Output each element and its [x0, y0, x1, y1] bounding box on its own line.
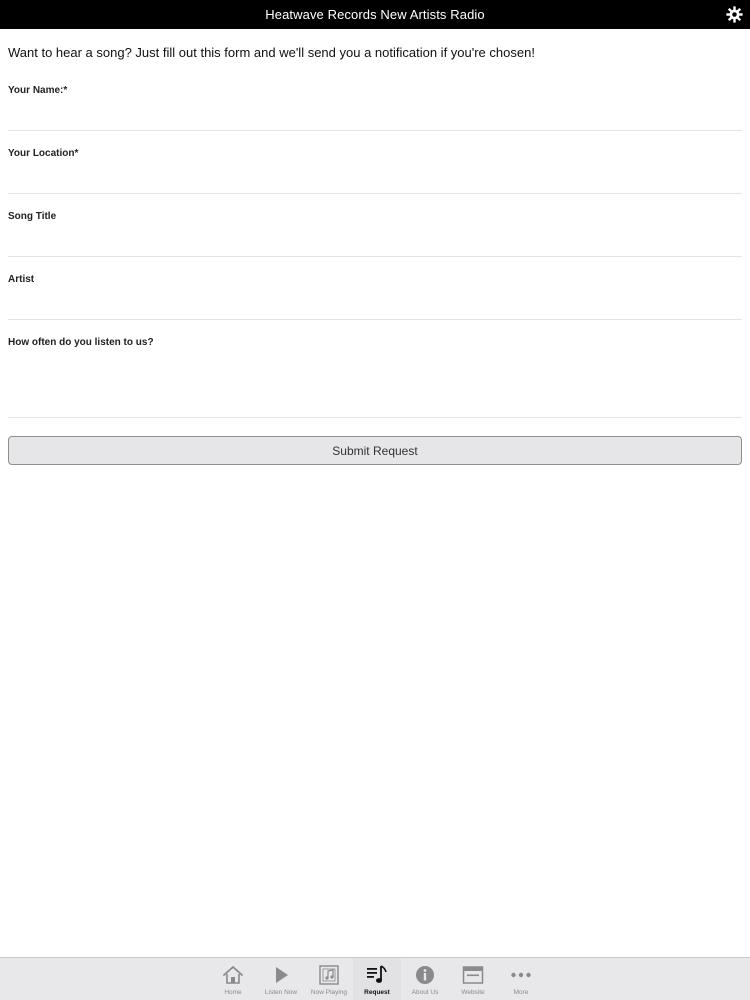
- tab-home-label: Home: [224, 989, 242, 996]
- header-bar: Heatwave Records New Artists Radio: [0, 0, 750, 29]
- song-title-divider: [8, 256, 742, 257]
- more-icon: [511, 972, 531, 978]
- tab-bar: Home Listen Now Now Playing Request Abou…: [0, 957, 750, 1000]
- tab-website[interactable]: Website: [449, 958, 497, 1000]
- browser-icon: [462, 966, 484, 984]
- settings-button[interactable]: [725, 5, 744, 24]
- tab-bar-items: Home Listen Now Now Playing Request Abou…: [209, 958, 545, 1000]
- tab-about-us-label: About Us: [411, 989, 439, 996]
- play-icon: [276, 967, 288, 983]
- tab-request[interactable]: Request: [353, 958, 401, 1000]
- playlist-icon: [367, 965, 387, 983]
- page-title: Heatwave Records New Artists Radio: [265, 7, 485, 22]
- song-title-label: Song Title: [8, 211, 57, 222]
- form-intro: Want to hear a song? Just fill out this …: [8, 45, 535, 60]
- location-label: Your Location*: [8, 148, 79, 159]
- tab-listen-now-label: Listen Now: [264, 989, 298, 996]
- song-title-input[interactable]: [8, 227, 742, 253]
- artist-input[interactable]: [8, 290, 742, 316]
- tab-now-playing[interactable]: Now Playing: [305, 958, 353, 1000]
- tab-about-us[interactable]: About Us: [401, 958, 449, 1000]
- tab-more-label: More: [513, 989, 529, 996]
- name-divider: [8, 130, 742, 131]
- tab-now-playing-label: Now Playing: [310, 989, 348, 996]
- artist-field-group: Artist: [8, 274, 742, 320]
- listen-frequency-field-group: How often do you listen to us?: [8, 337, 742, 418]
- app-window: Heatwave Records New Artists Radio Want …: [0, 0, 750, 1000]
- tab-listen-now[interactable]: Listen Now: [257, 958, 305, 1000]
- tab-website-label: Website: [461, 989, 485, 996]
- music-note-icon: [319, 965, 339, 985]
- tab-more[interactable]: More: [497, 958, 545, 1000]
- tab-home[interactable]: Home: [209, 958, 257, 1000]
- location-divider: [8, 193, 742, 194]
- location-input[interactable]: [8, 164, 742, 190]
- location-field-group: Your Location*: [8, 148, 742, 194]
- listen-frequency-label: How often do you listen to us?: [8, 337, 154, 348]
- home-icon: [223, 966, 243, 984]
- submit-request-button[interactable]: Submit Request: [8, 436, 742, 465]
- artist-divider: [8, 319, 742, 320]
- tab-request-label: Request: [364, 989, 390, 996]
- info-icon: [416, 966, 434, 984]
- listen-frequency-divider: [8, 417, 742, 418]
- song-title-field-group: Song Title: [8, 211, 742, 257]
- name-label: Your Name:*: [8, 85, 68, 96]
- gear-icon: [726, 6, 743, 23]
- listen-frequency-textarea[interactable]: [8, 353, 742, 413]
- artist-label: Artist: [8, 274, 35, 285]
- name-input[interactable]: [8, 101, 742, 127]
- name-field-group: Your Name:*: [8, 85, 742, 131]
